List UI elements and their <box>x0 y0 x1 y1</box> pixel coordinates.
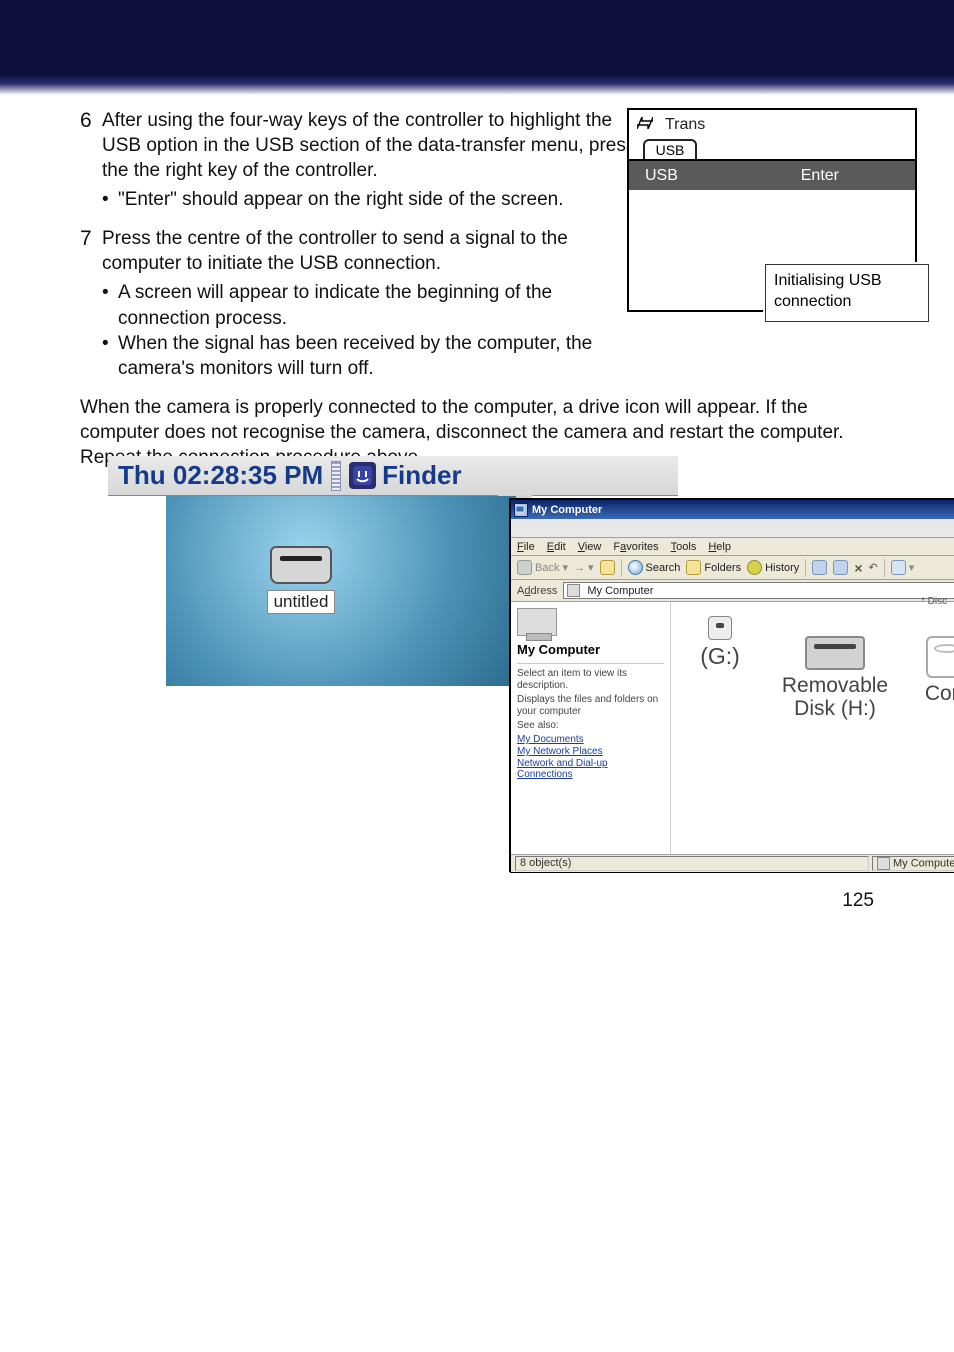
removable-disk-icon <box>805 636 865 670</box>
back-icon <box>517 560 532 575</box>
address-label: Address <box>517 585 557 597</box>
views-icon <box>891 560 906 575</box>
drive-g[interactable]: (G:) <box>685 616 755 669</box>
drive-removable[interactable]: Removable Disk (H:) <box>775 636 895 720</box>
step-6: 6 After using the four-way keys of the c… <box>80 108 640 212</box>
address-field[interactable]: My Computer <box>563 582 954 599</box>
menu-tools[interactable]: Tools <box>671 541 697 553</box>
toolbar-separator <box>621 559 622 577</box>
copy-to-button[interactable] <box>833 560 848 575</box>
mac-app-name: Finder <box>382 460 461 491</box>
mac-drive-label: untitled <box>267 590 336 614</box>
drive-cont-label: Cont <box>915 682 954 705</box>
toolbar-separator <box>805 559 806 577</box>
leftpane-heading: My Computer <box>517 642 664 657</box>
page-number: 125 <box>842 890 874 912</box>
address-value: My Computer <box>587 585 653 597</box>
left-info-pane: My Computer Select an item to view its d… <box>511 602 671 854</box>
window-titlebar: My Computer _ □ × <box>511 500 954 519</box>
search-icon <box>628 560 643 575</box>
drive-removable-label-1: Removable <box>775 674 895 697</box>
step-6-text: After using the four-way keys of the con… <box>102 110 635 181</box>
toolbar-separator <box>884 559 885 577</box>
lcd-selected-row: USB Enter <box>629 161 915 190</box>
computer-icon <box>517 608 557 636</box>
folders-icon <box>686 560 701 575</box>
status-location: My Computer <box>872 856 954 871</box>
my-computer-icon <box>514 503 528 517</box>
menu-bar: File Edit View Favorites Tools Help <box>511 538 954 556</box>
finder-icon <box>349 462 376 489</box>
drive-g-label: (G:) <box>685 644 755 669</box>
my-computer-small-icon <box>567 584 580 597</box>
up-button[interactable] <box>600 560 615 575</box>
step-7: 7 Press the centre of the controller to … <box>80 226 640 380</box>
drive-cont[interactable]: * Disc Cont <box>915 636 954 705</box>
header-band <box>0 0 954 95</box>
history-icon <box>747 560 762 575</box>
move-to-button[interactable] <box>812 560 827 575</box>
menu-edit[interactable]: Edit <box>547 541 566 553</box>
lcd-trans-label: Trans <box>665 116 705 134</box>
leftpane-displays-text: Displays the files and folders on your c… <box>517 694 664 718</box>
mac-grip-icon <box>331 461 341 491</box>
toolbar: Back ▾ → ▾ Search Folders History × ↶ ▾ <box>511 556 954 580</box>
leftpane-select-text: Select an item to view its description. <box>517 668 664 692</box>
step-number: 6 <box>80 108 102 212</box>
delete-button[interactable]: × <box>854 560 862 576</box>
window-brand-bar <box>511 519 954 538</box>
move-icon <box>812 560 827 575</box>
step-number: 7 <box>80 226 102 380</box>
status-bar: 8 object(s) My Computer <box>511 854 954 872</box>
menu-file[interactable]: File <box>517 541 535 553</box>
undo-button[interactable]: ↶ <box>869 561 878 574</box>
menu-view[interactable]: View <box>578 541 602 553</box>
back-button[interactable]: Back ▾ <box>517 560 568 575</box>
undo-icon: ↶ <box>869 561 878 574</box>
lcd-tab-usb: USB <box>643 139 697 159</box>
transfer-icon <box>637 117 653 132</box>
status-objects: 8 object(s) <box>515 856 869 871</box>
step-6-bullet-1: "Enter" should appear on the right side … <box>102 187 640 212</box>
lcd-popup: Initialising USB connection <box>765 264 929 322</box>
views-button[interactable]: ▾ <box>891 560 915 575</box>
control-panel-icon <box>926 636 954 678</box>
mac-desktop: untitled <box>166 496 516 686</box>
step-7-bullet-2: When the signal has been received by the… <box>102 331 640 381</box>
step-7-text: Press the centre of the controller to se… <box>102 228 568 274</box>
history-button[interactable]: History <box>747 560 799 575</box>
drive-icon <box>270 546 332 584</box>
link-network-dialup[interactable]: Network and Dial-up Connections <box>517 758 664 780</box>
link-my-network-places[interactable]: My Network Places <box>517 746 664 757</box>
disc-caption: * Disc <box>921 596 947 607</box>
drive-removable-label-2: Disk (H:) <box>775 697 895 720</box>
address-bar: Address My Computer ▼ ➜ Go <box>511 580 954 602</box>
mac-clock: Thu 02:28:35 PM <box>118 460 323 491</box>
forward-button[interactable]: → ▾ <box>574 561 594 574</box>
folder-up-icon <box>600 560 615 575</box>
mac-menubar: Thu 02:28:35 PM Finder <box>108 456 678 496</box>
mac-drive[interactable]: untitled <box>248 546 354 614</box>
delete-icon: × <box>854 560 862 576</box>
link-my-documents[interactable]: My Documents <box>517 734 664 745</box>
windows-explorer: My Computer _ □ × File Edit View Favorit… <box>510 499 954 873</box>
camera-lcd: Trans USB USB Enter Initialising USB con… <box>627 108 917 312</box>
leftpane-seealso: See also: <box>517 720 664 732</box>
menu-help[interactable]: Help <box>708 541 731 553</box>
menu-favorites[interactable]: Favorites <box>613 541 658 553</box>
search-button[interactable]: Search <box>628 560 681 575</box>
my-computer-small-icon <box>877 857 890 870</box>
step-7-bullet-1: A screen will appear to indicate the beg… <box>102 280 640 330</box>
copy-icon <box>833 560 848 575</box>
drive-g-icon <box>708 616 732 640</box>
window-title: My Computer <box>532 504 954 516</box>
folders-button[interactable]: Folders <box>686 560 741 575</box>
lcd-row-label: USB <box>645 167 678 185</box>
lcd-row-value: Enter <box>801 167 839 185</box>
forward-icon: → <box>574 562 585 574</box>
right-contents-pane: (G:) Removable Disk (H:) * Disc Cont <box>671 602 954 854</box>
